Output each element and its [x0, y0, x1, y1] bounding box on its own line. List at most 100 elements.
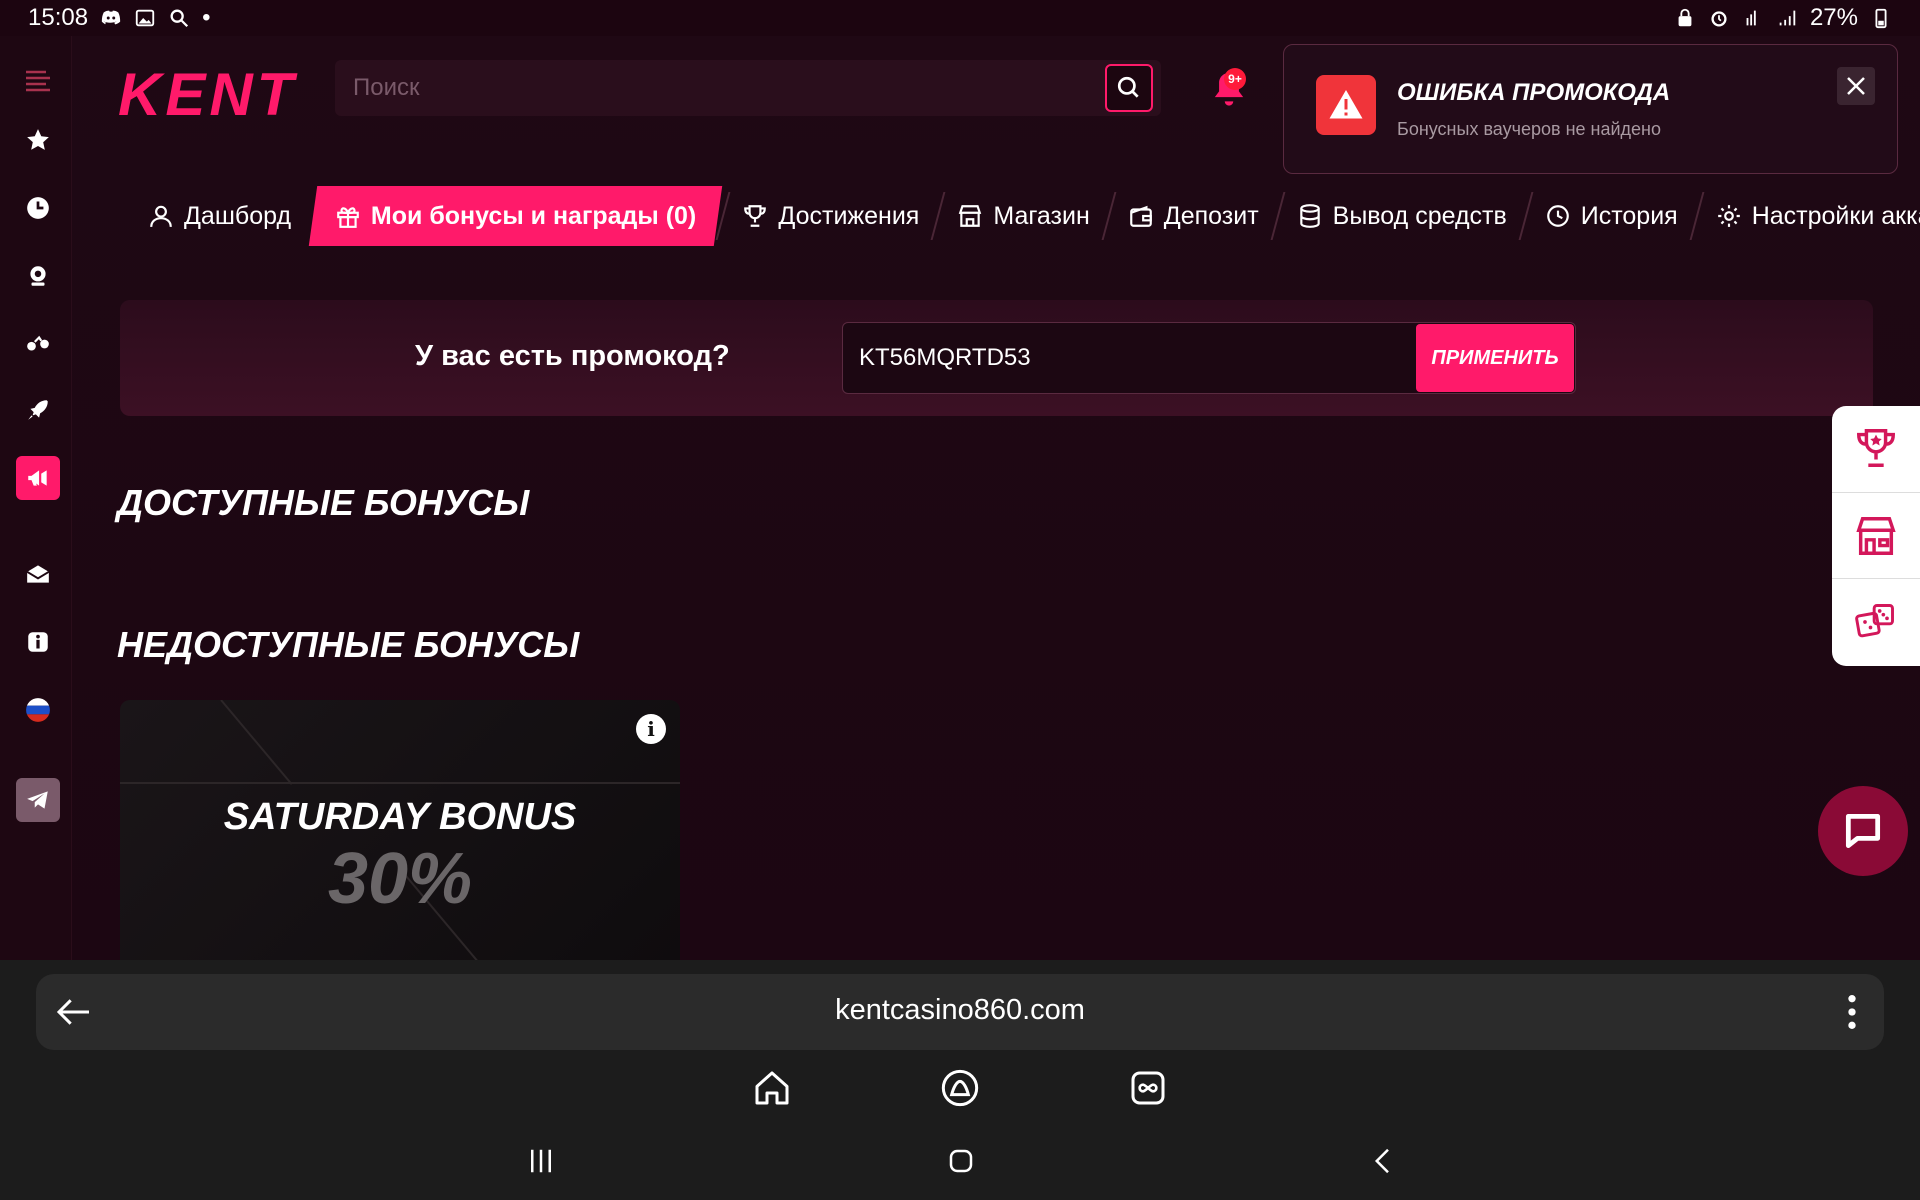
- discord-icon: [101, 10, 121, 25]
- browser-chrome: kentcasino860.com: [0, 960, 1920, 1200]
- gear-icon: [1717, 205, 1740, 227]
- promo-label: У вас есть промокод?: [415, 340, 730, 372]
- gift-icon: [337, 207, 359, 228]
- tab-label: Достижения: [778, 201, 920, 230]
- sidebar-item-promotions[interactable]: [16, 456, 60, 500]
- bonus-card-title: SATURDAY BONUS: [223, 796, 577, 838]
- history-icon: [1546, 205, 1569, 227]
- tab-store[interactable]: Магазин: [939, 186, 1107, 246]
- sidebar-item-messages[interactable]: [16, 552, 60, 596]
- panel-divider: [1832, 492, 1920, 493]
- search-button[interactable]: [1105, 64, 1153, 112]
- wallet-icon: [1129, 205, 1152, 227]
- sidebar-item-telegram[interactable]: [16, 778, 60, 822]
- close-icon: [1847, 77, 1865, 95]
- lock-status-icon: [1678, 8, 1692, 27]
- toast-icon-box: [1316, 75, 1376, 135]
- tab-account-settings[interactable]: Настройки аккаун: [1698, 186, 1920, 246]
- megaphone-icon: [28, 470, 47, 486]
- coins-icon: [1299, 204, 1320, 228]
- mail-open-icon: [26, 565, 50, 583]
- tabs-icon[interactable]: [1128, 1068, 1168, 1108]
- quick-access-panel: [1832, 406, 1920, 666]
- tab-label: Мои бонусы и награды (0): [371, 201, 697, 230]
- sidebar-item-sports[interactable]: [16, 322, 60, 366]
- network-4g-icon: [1746, 10, 1756, 26]
- search-status-icon: [170, 9, 189, 28]
- menu-toggle-button[interactable]: [16, 58, 60, 102]
- russian-flag-icon: [26, 698, 50, 722]
- search-bar: [335, 60, 1161, 116]
- warning-icon: [1329, 90, 1363, 119]
- chat-bubble-icon: [1845, 813, 1881, 849]
- unavailable-bonuses-title: НЕДОСТУПНЫЕ БОНУСЫ: [117, 624, 580, 665]
- menu-collapse-icon: [26, 70, 50, 92]
- available-bonuses-title: ДОСТУПНЫЕ БОНУСЫ: [117, 482, 530, 523]
- error-toast: ОШИБКА ПРОМОКОДА Бонусных ваучеров не на…: [1283, 44, 1898, 174]
- star-icon: [27, 129, 49, 150]
- toast-message: Бонусных ваучеров не найдено: [1397, 119, 1662, 139]
- home-nav-icon[interactable]: [946, 1146, 976, 1176]
- dice-icon: [1855, 604, 1894, 638]
- sidebar: [0, 36, 72, 960]
- tab-label: Дашборд: [184, 201, 292, 230]
- trophy-icon: [1857, 429, 1895, 467]
- tab-bonuses[interactable]: Мои бонусы и награды (0): [308, 186, 723, 246]
- sidebar-item-language[interactable]: [16, 688, 60, 732]
- tab-achievements[interactable]: Достижения: [724, 186, 937, 246]
- toast-close-button[interactable]: [1837, 67, 1875, 105]
- store-icon: [959, 205, 982, 227]
- assistant-icon[interactable]: [940, 1068, 980, 1108]
- search-input[interactable]: [353, 74, 1093, 102]
- clock-icon: [27, 197, 49, 219]
- bonus-card-percent: 30%: [327, 839, 473, 919]
- status-bar: 15:08 • 27%: [0, 0, 1920, 36]
- rocket-icon: [28, 400, 48, 420]
- tab-label: Магазин: [993, 201, 1090, 230]
- sport-icon: [27, 335, 49, 351]
- sidebar-item-info[interactable]: [16, 620, 60, 664]
- store-icon: [1856, 517, 1896, 555]
- webcam-icon: [30, 266, 46, 286]
- card-info-button[interactable]: i: [636, 714, 666, 744]
- account-tabs: Дашборд Мои бонусы и награды (0) Достиже…: [130, 184, 1920, 248]
- back-nav-icon[interactable]: [1368, 1146, 1398, 1176]
- site-logo[interactable]: KENT: [118, 60, 297, 129]
- alarm-icon: [1711, 11, 1727, 27]
- battery-percent: 27%: [1809, 4, 1858, 31]
- battery-icon: [1875, 8, 1887, 29]
- tab-deposit[interactable]: Депозит: [1110, 186, 1277, 246]
- search-icon: [1117, 76, 1139, 98]
- url-text: kentcasino860.com: [835, 994, 1085, 1026]
- apply-promo-button[interactable]: ПРИМЕНИТЬ: [1416, 324, 1574, 392]
- tab-history[interactable]: История: [1527, 186, 1696, 246]
- card-decor-line: [220, 700, 293, 785]
- more-vert-icon[interactable]: [1846, 992, 1858, 1032]
- screen: { "status_bar": { "time": "15:08", "dot"…: [0, 0, 1920, 1200]
- tab-dashboard[interactable]: Дашборд: [130, 186, 309, 246]
- card-decor-line: [120, 782, 680, 784]
- status-dot: •: [202, 4, 211, 31]
- telegram-icon: [27, 791, 48, 809]
- gallery-icon: [135, 9, 155, 27]
- recent-apps-icon[interactable]: [526, 1146, 556, 1176]
- toast-title: ОШИБКА ПРОМОКОДА: [1397, 79, 1671, 106]
- promo-code-input[interactable]: [859, 344, 1399, 372]
- quick-store-button[interactable]: [1850, 510, 1902, 562]
- tab-withdraw[interactable]: Вывод средств: [1279, 186, 1525, 246]
- tab-label: История: [1580, 201, 1678, 230]
- signal-icon: [1779, 10, 1796, 26]
- sidebar-item-favorites[interactable]: [16, 118, 60, 162]
- promo-code-block: У вас есть промокод? ПРИМЕНИТЬ: [120, 300, 1873, 416]
- live-chat-button[interactable]: [1818, 786, 1908, 876]
- trophy-icon: [744, 205, 767, 227]
- quick-games-button[interactable]: [1850, 596, 1902, 648]
- sidebar-item-live[interactable]: [16, 254, 60, 298]
- sidebar-item-crash[interactable]: [16, 388, 60, 432]
- quick-achievements-button[interactable]: [1850, 422, 1902, 474]
- sidebar-item-recent[interactable]: [16, 186, 60, 230]
- address-bar[interactable]: kentcasino860.com: [36, 974, 1884, 1050]
- panel-divider: [1832, 578, 1920, 579]
- bonus-card[interactable]: i SATURDAY BONUS 30%: [120, 700, 680, 960]
- home-icon[interactable]: [752, 1068, 792, 1108]
